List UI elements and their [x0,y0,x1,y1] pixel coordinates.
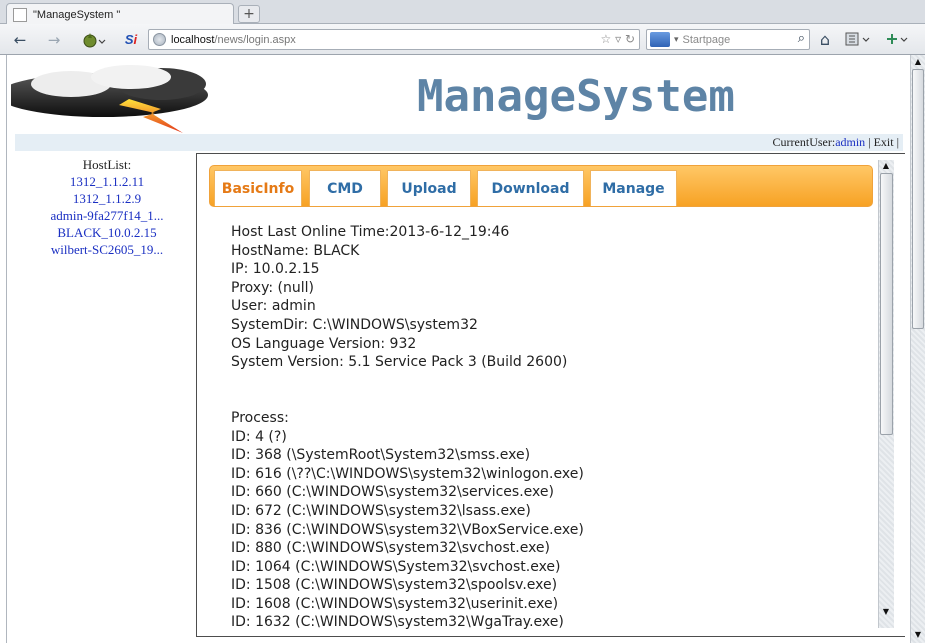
scroll-up-arrow-icon[interactable]: ▲ [912,56,924,68]
separator: | [868,135,871,149]
new-tab-button[interactable]: + [238,5,260,23]
addon-tor-icon[interactable] [78,30,108,50]
info-line: ID: 1608 (C:\WINDOWS\system32\userinit.e… [231,595,559,612]
navigation-toolbar: ← → Si localhost/news/login.aspx ☆ ▿ ↻ ▾… [0,24,925,55]
url-host: localhost [171,33,215,46]
url-path: /news/login.aspx [214,33,296,46]
scroll-up-arrow-icon[interactable]: ▲ [880,160,892,172]
exit-link[interactable]: Exit [874,135,894,149]
info-line: OS Language Version: 932 [231,335,417,352]
search-engine-dropdown-icon[interactable]: ▾ [674,35,679,45]
tab-upload[interactable]: Upload [387,170,471,206]
tab-download[interactable]: Download [477,170,584,206]
host-list-item[interactable]: 1312_1.1.2.9 [27,190,187,207]
panel-scrollbar-thumb[interactable] [880,173,893,435]
info-line [231,390,584,409]
info-line: ID: 672 (C:\WINDOWS\system32\lsass.exe) [231,502,531,519]
host-list-item[interactable]: 1312_1.1.2.11 [27,173,187,190]
info-line: ID: 1508 (C:\WINDOWS\system32\spoolsv.ex… [231,577,558,594]
info-line: IP: 10.0.2.15 [231,261,320,278]
page-scrollbar-thumb[interactable] [912,69,924,329]
info-line: ID: 1632 (C:\WINDOWS\system32\WgaTray.ex… [231,614,564,631]
info-line: ID: 1064 (C:\WINDOWS\System32\svchost.ex… [231,558,561,575]
search-magnifier-icon[interactable]: ⌕ [798,31,805,46]
tab-cmd[interactable]: CMD [309,170,381,206]
page-viewport: ManageSystem CurrentUser:admin | Exit | … [6,55,910,643]
info-line: Host Last Online Time:2013-6-12_19:46 [231,224,510,240]
tab-basicinfo[interactable]: BasicInfo [214,170,302,206]
globe-icon [153,33,166,46]
home-icon[interactable]: ⌂ [814,30,836,50]
separator: | [896,135,899,149]
info-line: ID: 880 (C:\WINDOWS\system32\svchost.exe… [231,540,550,557]
tab-manage[interactable]: Manage [590,170,677,206]
panel-scrollbar[interactable]: ▲ ▼ [878,160,894,628]
host-list-item[interactable]: wilbert-SC2605_19... [27,241,187,258]
host-list-item[interactable]: BLACK_10.0.2.15 [27,224,187,241]
current-user-link[interactable]: admin [835,135,865,149]
scroll-down-arrow-icon[interactable]: ▼ [912,629,924,641]
basic-info-text: Host Last Online Time:2013-6-12_19:46 Hos… [231,223,584,632]
page-scrollbar[interactable]: ▲ ▼ [910,55,925,643]
bookmark-star-icon[interactable]: ☆ ▿ ↻ [601,32,635,46]
site-title: ManageSystem [417,71,735,122]
page-favicon-icon [13,7,27,22]
search-placeholder: Startpage [682,33,731,46]
info-line: User: admin [231,298,316,315]
search-engine-icon[interactable] [650,32,670,47]
info-line: ID: 660 (C:\WINDOWS\system32\services.ex… [231,484,554,501]
bookmarks-menu-icon[interactable] [840,30,876,50]
info-line [231,372,584,391]
addon-s-icon[interactable]: Si [120,30,142,50]
host-list-title: HostList: [82,157,132,172]
addon-cross-icon[interactable] [880,30,914,50]
current-user-prefix: CurrentUser: [772,135,836,149]
browser-tab-title: "ManageSystem " [33,8,121,21]
info-line: HostName: BLACK [231,242,360,259]
current-user-bar: CurrentUser:admin | Exit | [15,134,903,151]
info-line: Proxy: (null) [231,279,314,296]
host-list: HostList: 1312_1.1.2.11 1312_1.1.2.9 adm… [27,156,187,258]
info-line: ID: 616 (\??\C:\WINDOWS\system32\winlogo… [231,465,584,482]
info-line: Process: [231,409,289,426]
host-list-item[interactable]: admin-9fa277f14_1... [27,207,187,224]
storm-cloud-logo-icon [11,65,208,133]
info-line: SystemDir: C:\WINDOWS\system32 [231,316,478,333]
site-header: ManageSystem [7,55,910,134]
info-line: ID: 4 (?) [231,428,287,445]
browser-tab[interactable]: "ManageSystem " [6,3,234,25]
address-bar[interactable]: localhost/news/login.aspx ☆ ▿ ↻ [148,29,640,50]
browser-tab-bar: "ManageSystem " + [0,0,925,25]
forward-arrow-icon[interactable]: → [44,30,64,50]
search-bar[interactable]: ▾ Startpage ⌕ [646,29,810,50]
info-line: ID: 368 (\SystemRoot\System32\smss.exe) [231,447,531,464]
back-arrow-icon[interactable]: ← [10,30,30,50]
function-tab-strip: BasicInfo CMD Upload Download Manage [209,165,873,207]
scroll-down-arrow-icon[interactable]: ▼ [880,606,892,618]
info-line: ID: 836 (C:\WINDOWS\system32\VBoxService… [231,521,584,538]
info-line: System Version: 5.1 Service Pack 3 (Buil… [231,354,568,371]
host-detail-panel: BasicInfo CMD Upload Download Manage Hos… [196,153,905,637]
